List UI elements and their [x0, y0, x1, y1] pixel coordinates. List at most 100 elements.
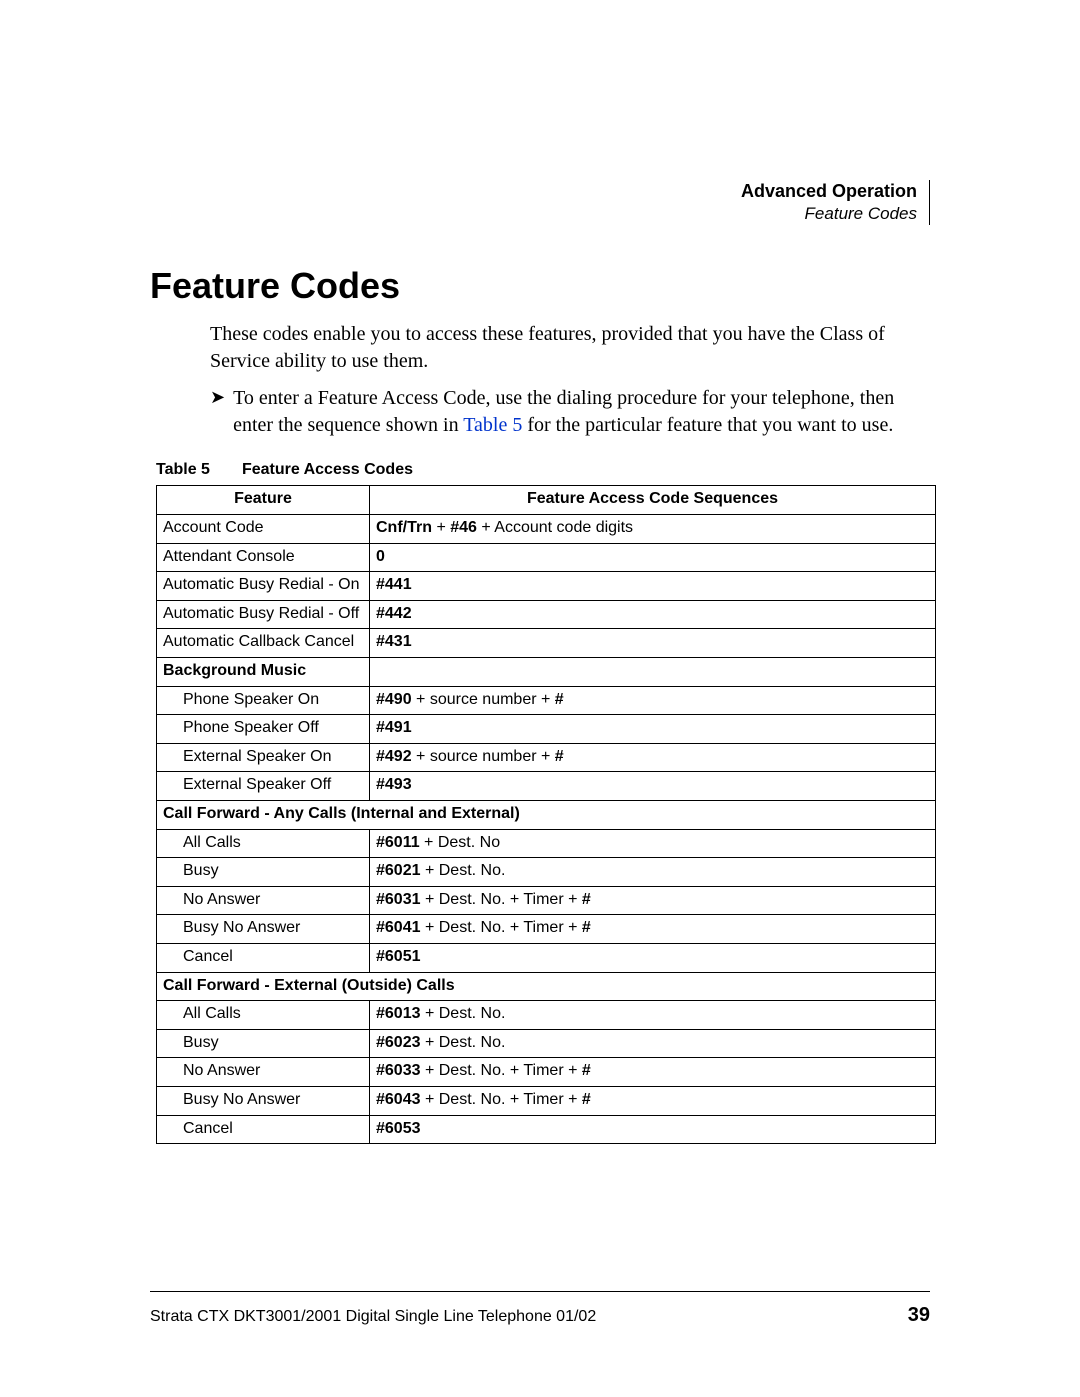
page-title: Feature Codes: [150, 265, 930, 307]
code-bold: #6053: [376, 1120, 421, 1137]
feature-cell: Cancel: [157, 943, 370, 972]
bullet-text: To enter a Feature Access Code, use the …: [233, 385, 930, 439]
header-section: Advanced Operation: [150, 180, 917, 203]
feature-cell: Cancel: [157, 1115, 370, 1144]
code-text: + Dest. No.: [421, 862, 506, 879]
feature-label: Busy: [163, 860, 219, 882]
feature-cell: Phone Speaker On: [157, 686, 370, 715]
code-text: + Dest. No. + Timer +: [421, 891, 582, 908]
table-row: All Calls #6013 + Dest. No.: [157, 1001, 936, 1030]
code-cell: #6031 + Dest. No. + Timer + #: [370, 886, 936, 915]
code-cell: #6013 + Dest. No.: [370, 1001, 936, 1030]
feature-label: No Answer: [163, 889, 260, 911]
table-caption: Table 5Feature Access Codes: [156, 461, 930, 479]
feature-cell: Busy: [157, 858, 370, 887]
code-bold: #441: [376, 576, 412, 593]
table-section-row: Call Forward - Any Calls (Internal and E…: [157, 801, 936, 830]
table-row: External Speaker On #492 + source number…: [157, 743, 936, 772]
table-row: Automatic Busy Redial - Off #442: [157, 600, 936, 629]
table-row: Automatic Busy Redial - On #441: [157, 572, 936, 601]
code-bold: #6013: [376, 1005, 421, 1022]
feature-cell: Attendant Console: [157, 543, 370, 572]
code-bold: #442: [376, 605, 412, 622]
table-row: Cancel #6051: [157, 943, 936, 972]
feature-cell: All Calls: [157, 1001, 370, 1030]
code-bold: #6041: [376, 919, 421, 936]
feature-codes-table: Feature Feature Access Code Sequences Ac…: [156, 485, 936, 1144]
code-bold: #493: [376, 776, 412, 793]
footer-doc-title: Strata CTX DKT3001/2001 Digital Single L…: [150, 1308, 596, 1326]
code-bold: #: [582, 919, 591, 936]
feature-cell: Account Code: [157, 515, 370, 544]
feature-cell: Call Forward - External (Outside) Calls: [157, 972, 936, 1001]
intro-paragraph: These codes enable you to access these f…: [150, 321, 930, 375]
code-text: + Dest. No.: [421, 1005, 506, 1022]
feature-label: External Speaker Off: [163, 774, 331, 796]
code-text: + Account code digits: [477, 519, 633, 536]
table-row: Automatic Callback Cancel #431: [157, 629, 936, 658]
feature-cell: Background Music: [157, 658, 370, 687]
code-text: + source number +: [412, 748, 555, 765]
code-cell: #493: [370, 772, 936, 801]
code-text: + Dest. No: [420, 834, 500, 851]
footer-rule: [150, 1291, 930, 1292]
feature-cell: No Answer: [157, 1058, 370, 1087]
feature-cell: All Calls: [157, 829, 370, 858]
code-bold: #431: [376, 633, 412, 650]
code-cell: #431: [370, 629, 936, 658]
feature-label: All Calls: [163, 832, 241, 854]
feature-label: Busy No Answer: [163, 917, 300, 939]
feature-cell: No Answer: [157, 886, 370, 915]
feature-label: Busy No Answer: [163, 1089, 300, 1111]
feature-label: Busy: [163, 1032, 219, 1054]
table-row: No Answer #6033 + Dest. No. + Timer + #: [157, 1058, 936, 1087]
feature-cell: Busy No Answer: [157, 1086, 370, 1115]
page-footer: Strata CTX DKT3001/2001 Digital Single L…: [150, 1291, 930, 1327]
feature-cell: Busy: [157, 1029, 370, 1058]
code-bold: #: [582, 891, 591, 908]
feature-label: Phone Speaker On: [163, 689, 319, 711]
feature-label: Cancel: [163, 946, 233, 968]
bullet-item: ➤ To enter a Feature Access Code, use th…: [150, 385, 930, 439]
code-bold: #6031: [376, 891, 421, 908]
header-subsection: Feature Codes: [150, 203, 917, 225]
feature-cell: Phone Speaker Off: [157, 715, 370, 744]
page-number: 39: [908, 1304, 930, 1327]
caption-title: Feature Access Codes: [242, 461, 413, 478]
code-bold: #491: [376, 719, 412, 736]
table-row: External Speaker Off #493: [157, 772, 936, 801]
code-bold: Cnf/Trn: [376, 519, 432, 536]
th-feature: Feature: [157, 486, 370, 515]
code-cell: #442: [370, 600, 936, 629]
code-bold: #6023: [376, 1034, 421, 1051]
code-bold: #: [555, 691, 564, 708]
code-bold: #492: [376, 748, 412, 765]
code-bold: #46: [450, 519, 477, 536]
code-text: + Dest. No.: [421, 1034, 506, 1051]
feature-cell: External Speaker Off: [157, 772, 370, 801]
feature-cell: External Speaker On: [157, 743, 370, 772]
table-row: Phone Speaker Off #491: [157, 715, 936, 744]
code-cell: #492 + source number + #: [370, 743, 936, 772]
arrow-icon: ➤: [210, 385, 233, 439]
code-bold: #6043: [376, 1091, 421, 1108]
feature-label: No Answer: [163, 1060, 260, 1082]
code-cell: #6023 + Dest. No.: [370, 1029, 936, 1058]
code-cell: [370, 658, 936, 687]
code-cell: #6033 + Dest. No. + Timer + #: [370, 1058, 936, 1087]
code-cell: #6053: [370, 1115, 936, 1144]
code-bold: #6033: [376, 1062, 421, 1079]
code-text: + source number +: [412, 691, 555, 708]
table-link[interactable]: Table 5: [463, 414, 522, 436]
code-cell: Cnf/Trn + #46 + Account code digits: [370, 515, 936, 544]
table-row: Phone Speaker On #490 + source number + …: [157, 686, 936, 715]
code-cell: #6021 + Dest. No.: [370, 858, 936, 887]
table-row: All Calls #6011 + Dest. No: [157, 829, 936, 858]
code-cell: #6051: [370, 943, 936, 972]
table-row: Busy #6021 + Dest. No.: [157, 858, 936, 887]
bullet-suffix: for the particular feature that you want…: [522, 414, 893, 436]
feature-label: Phone Speaker Off: [163, 717, 319, 739]
table-row: Attendant Console 0: [157, 543, 936, 572]
code-bold: #6051: [376, 948, 421, 965]
code-bold: #: [582, 1062, 591, 1079]
